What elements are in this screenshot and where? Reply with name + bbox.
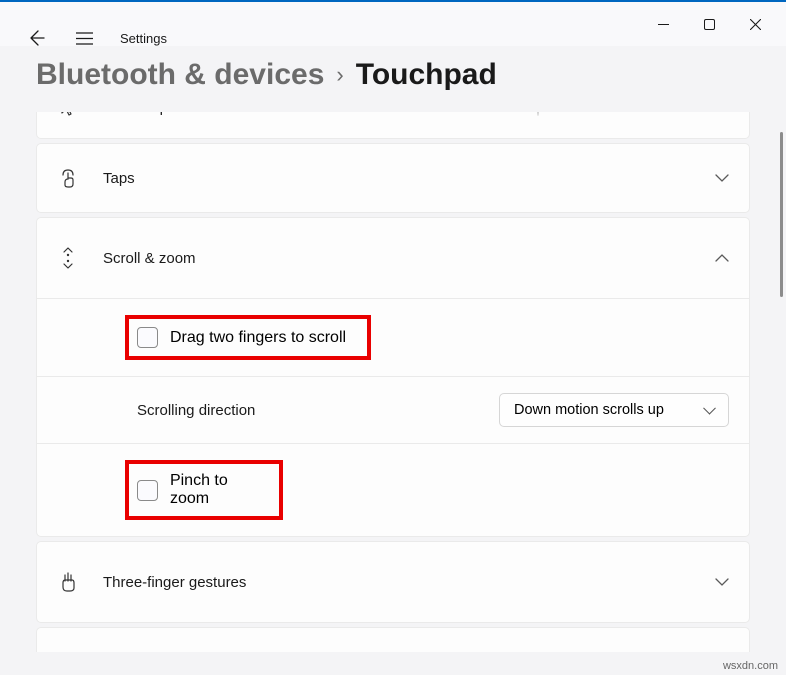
chevron-down-icon bbox=[715, 174, 729, 182]
settings-content: Cursor speed Taps Scroll & zoom bbox=[0, 112, 786, 652]
menu-button[interactable] bbox=[72, 26, 96, 50]
close-button[interactable] bbox=[732, 8, 778, 40]
row-cursor-speed[interactable]: Cursor speed bbox=[37, 112, 749, 138]
back-arrow-icon bbox=[27, 29, 45, 47]
back-button[interactable] bbox=[24, 26, 48, 50]
drag-scroll-label: Drag two fingers to scroll bbox=[170, 329, 346, 347]
maximize-icon bbox=[704, 19, 715, 30]
hamburger-icon bbox=[76, 32, 93, 45]
maximize-button[interactable] bbox=[686, 8, 732, 40]
cursor-icon bbox=[57, 112, 79, 116]
close-icon bbox=[750, 19, 761, 30]
minimize-icon bbox=[658, 24, 669, 25]
dropdown-value: Down motion scrolls up bbox=[514, 402, 664, 418]
highlight-drag-scroll: Drag two fingers to scroll bbox=[125, 315, 371, 360]
minimize-button[interactable] bbox=[640, 8, 686, 40]
chevron-down-icon bbox=[715, 578, 729, 586]
section-cursor-speed: Cursor speed bbox=[36, 112, 750, 139]
three-finger-label: Three-finger gestures bbox=[103, 574, 691, 591]
row-three-finger[interactable]: Three-finger gestures bbox=[37, 542, 749, 622]
scroll-zoom-label: Scroll & zoom bbox=[103, 250, 691, 267]
app-title: Settings bbox=[120, 31, 167, 46]
taps-label: Taps bbox=[103, 170, 691, 187]
highlight-pinch-zoom: Pinch to zoom bbox=[125, 460, 283, 520]
section-four-finger: Four-finger gestures bbox=[36, 627, 750, 652]
section-taps: Taps bbox=[36, 143, 750, 213]
cursor-speed-slider[interactable] bbox=[537, 112, 539, 116]
three-finger-icon bbox=[57, 571, 79, 593]
chevron-up-icon bbox=[715, 254, 729, 262]
four-finger-icon bbox=[57, 651, 79, 652]
checkbox-drag-scroll[interactable] bbox=[137, 327, 158, 348]
scroll-direction-label: Scrolling direction bbox=[137, 402, 483, 419]
row-taps[interactable]: Taps bbox=[37, 144, 749, 212]
scrollbar-thumb[interactable] bbox=[780, 132, 783, 297]
breadcrumb-parent[interactable]: Bluetooth & devices bbox=[36, 58, 324, 92]
nav-bar: Settings bbox=[0, 16, 167, 60]
section-three-finger: Three-finger gestures bbox=[36, 541, 750, 623]
section-scroll-zoom: Scroll & zoom Drag two fingers to scroll… bbox=[36, 217, 750, 537]
checkbox-pinch-zoom[interactable] bbox=[137, 480, 158, 501]
scrollbar[interactable] bbox=[779, 132, 785, 652]
row-pinch-zoom: Pinch to zoom bbox=[37, 443, 749, 536]
row-drag-scroll: Drag two fingers to scroll bbox=[37, 298, 749, 376]
cursor-speed-label: Cursor speed bbox=[103, 112, 513, 116]
breadcrumb-current: Touchpad bbox=[356, 58, 497, 92]
row-four-finger[interactable]: Four-finger gestures bbox=[37, 628, 749, 652]
row-scroll-direction: Scrolling direction Down motion scrolls … bbox=[37, 376, 749, 443]
tap-icon bbox=[57, 168, 79, 188]
row-scroll-zoom[interactable]: Scroll & zoom bbox=[37, 218, 749, 298]
watermark: wsxdn.com bbox=[723, 660, 778, 672]
scroll-zoom-icon bbox=[57, 247, 79, 269]
pinch-zoom-label: Pinch to zoom bbox=[170, 472, 271, 508]
chevron-right-icon: › bbox=[336, 62, 343, 88]
dropdown-scroll-direction[interactable]: Down motion scrolls up bbox=[499, 393, 729, 427]
